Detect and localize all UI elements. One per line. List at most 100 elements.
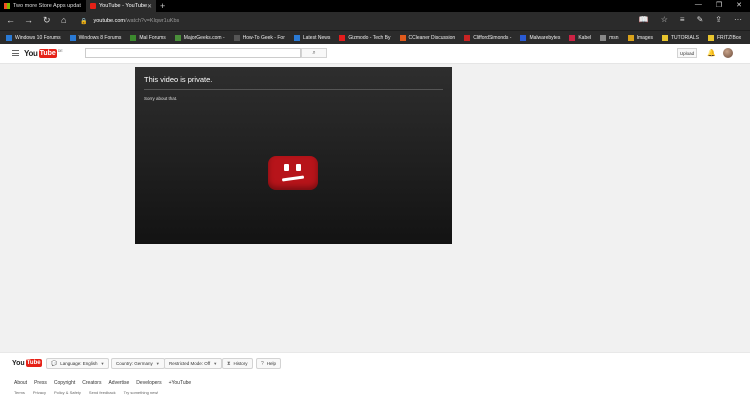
favorite-icon	[569, 34, 576, 41]
refresh-icon[interactable]: ↻	[43, 15, 51, 26]
footer-youtube-logo[interactable]: You Tube	[12, 359, 42, 367]
footer-link[interactable]: Copyright	[54, 380, 75, 386]
forward-icon[interactable]: →	[24, 15, 33, 25]
favorite-label: TUTORIALS	[671, 34, 699, 41]
hub-icon[interactable]: ≡	[680, 15, 685, 24]
minimize-icon[interactable]: —	[695, 1, 702, 9]
history-button[interactable]: ⧗ History	[222, 358, 253, 369]
favorite-item[interactable]: How-To Geek - For	[233, 34, 285, 41]
favorite-star-icon[interactable]: ☆	[661, 15, 668, 24]
search-button[interactable]: ⌕	[301, 48, 327, 58]
back-icon[interactable]: ←	[6, 15, 15, 25]
chevron-down-icon: ▼	[100, 361, 105, 366]
url-host: youtube.com	[93, 18, 125, 24]
logo-you: You	[24, 49, 38, 58]
favorite-item[interactable]: Kabel	[569, 34, 592, 41]
sad-face-icon	[268, 156, 318, 190]
home-icon[interactable]: ⌂	[61, 15, 66, 25]
browser-tab-1[interactable]: Two more Store Apps updat	[0, 0, 84, 12]
footer-link[interactable]: Press	[34, 380, 47, 386]
favorite-label: How-To Geek - For	[242, 34, 285, 41]
favorite-label: Latest News	[302, 34, 331, 41]
new-tab-icon[interactable]: +	[160, 1, 165, 11]
error-subtitle: Sorry about that.	[144, 96, 178, 101]
favorite-label: CCleaner Discussion	[408, 34, 456, 41]
favorite-item[interactable]: FRITZ!Box	[707, 34, 742, 41]
favorite-icon	[233, 34, 240, 41]
favorite-icon	[69, 34, 76, 41]
footer-link[interactable]: +YouTube	[169, 380, 192, 386]
favorite-item[interactable]: MajorGeeks.com -	[174, 34, 225, 41]
footer-link[interactable]: About	[14, 380, 27, 386]
favorite-label: Windows 10 Forums	[15, 34, 61, 41]
address-bar[interactable]: 🔒 youtube.com/watch?v=Klqwr1uKbs	[80, 15, 670, 27]
error-title: This video is private.	[144, 75, 213, 84]
favorite-item[interactable]: Images	[627, 34, 653, 41]
chevron-down-icon: ▼	[213, 361, 218, 366]
favorite-item[interactable]: Mal Forums	[130, 34, 166, 41]
favorite-item[interactable]: Windows 10 Forums	[6, 34, 61, 41]
close-tab-icon[interactable]: ✕	[147, 3, 152, 10]
favorite-item[interactable]: TUTORIALS	[662, 34, 699, 41]
guide-menu-icon[interactable]	[12, 50, 19, 56]
browser-tab-bar: Two more Store Apps updat YouTube - YouT…	[0, 0, 750, 12]
favorite-item[interactable]: Latest News	[293, 34, 331, 41]
reading-view-icon[interactable]: 📖	[639, 15, 649, 24]
restricted-mode-button[interactable]: Restricted Mode: Off ▼	[164, 358, 223, 369]
divider	[144, 89, 443, 90]
favorite-label: Kabel	[578, 34, 592, 41]
favorite-icon	[600, 34, 607, 41]
help-button[interactable]: ? Help	[256, 358, 282, 369]
favorite-icon	[339, 34, 346, 41]
page-footer: You Tube 💬 Language: English ▼ Country: …	[0, 352, 750, 404]
favorite-icon	[399, 34, 406, 41]
language-button[interactable]: 💬 Language: English ▼	[46, 358, 110, 369]
favorite-item[interactable]: Windows 8 Forums	[69, 34, 121, 41]
footer-link[interactable]: Send feedback	[89, 390, 116, 395]
restricted-label: Restricted Mode: Off	[169, 361, 211, 366]
note-icon[interactable]: ✎	[697, 15, 704, 24]
favorite-icon	[130, 34, 137, 41]
logo-you: You	[12, 359, 25, 367]
close-window-icon[interactable]: ✕	[736, 1, 742, 9]
favorite-icon	[520, 34, 527, 41]
favorite-item[interactable]: Gizmodo - Tech By	[339, 34, 391, 41]
avatar[interactable]	[723, 48, 733, 58]
logo-tube: Tube	[25, 359, 42, 367]
favorite-icon	[174, 34, 181, 41]
favorite-icon	[293, 34, 300, 41]
footer-link[interactable]: Privacy	[33, 390, 46, 395]
footer-link[interactable]: Developers	[136, 380, 161, 386]
search-input[interactable]	[85, 48, 301, 58]
favorite-label: FRITZ!Box	[716, 34, 742, 41]
favorite-item[interactable]: msn	[600, 34, 619, 41]
favorite-label: Malwarebytes	[529, 34, 561, 41]
video-player: This video is private. Sorry about that.	[135, 67, 452, 244]
favorite-item[interactable]: Malwarebytes	[520, 34, 561, 41]
tab-label: YouTube - YouTube	[99, 3, 148, 9]
youtube-icon	[90, 3, 96, 9]
speech-bubble-icon: 💬	[51, 360, 58, 367]
favorite-item[interactable]: CliffordSimonds -	[464, 34, 511, 41]
favorite-icon	[464, 34, 471, 41]
footer-link[interactable]: Try something new!	[124, 390, 159, 395]
hourglass-icon: ⧗	[227, 360, 231, 367]
favorite-item[interactable]: CCleaner Discussion	[399, 34, 456, 41]
favorite-icon	[6, 34, 12, 41]
notifications-bell-icon[interactable]: 🔔	[707, 49, 716, 57]
maximize-icon[interactable]: ❐	[716, 1, 722, 9]
browser-tab-2[interactable]: YouTube - YouTube ✕	[86, 0, 156, 12]
favorites-bar: Windows 10 Forums Windows 8 Forums Mal For…	[0, 30, 750, 44]
more-icon[interactable]: ···	[734, 15, 742, 24]
footer-link[interactable]: Advertise	[108, 380, 129, 386]
share-icon[interactable]: ⇪	[715, 15, 722, 24]
country-button[interactable]: Country: Germany ▼	[111, 358, 165, 369]
youtube-logo[interactable]: You Tube DE	[24, 49, 63, 58]
footer-link[interactable]: Policy & Safety	[54, 390, 81, 395]
browser-nav-bar: ← → ↻ ⌂ 🔒 youtube.com/watch?v=Klqwr1uKbs…	[0, 12, 750, 30]
upload-button[interactable]: Upload	[677, 48, 697, 58]
footer-link[interactable]: Terms	[14, 390, 25, 395]
country-label: Country: Germany	[116, 361, 153, 366]
help-label: Help	[266, 361, 277, 366]
footer-link[interactable]: Creators	[82, 380, 101, 386]
